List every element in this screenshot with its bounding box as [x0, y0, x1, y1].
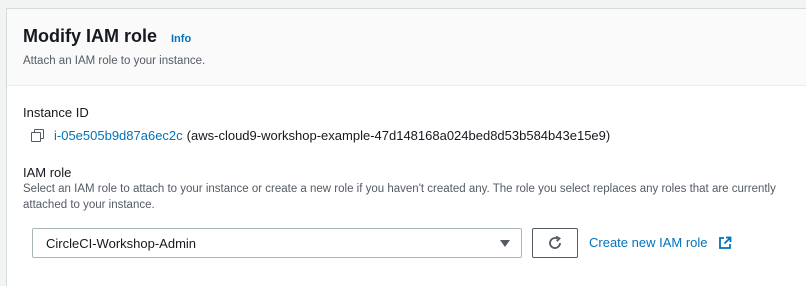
create-new-iam-role-label: Create new IAM role [589, 235, 708, 250]
refresh-icon [549, 235, 561, 249]
panel-header: Modify IAM role Info Attach an IAM role … [7, 9, 806, 86]
instance-id-label: Instance ID [23, 105, 89, 120]
iam-role-selected-value: CircleCI-Workshop-Admin [46, 235, 197, 251]
instance-id-row: i-05e505b9d87a6ec2c (aws-cloud9-workshop… [31, 128, 610, 143]
external-link-icon [718, 236, 731, 249]
refresh-button[interactable] [532, 228, 578, 258]
iam-role-description: Select an IAM role to attach to your ins… [23, 183, 776, 211]
modify-iam-role-panel: Modify IAM role Info Attach an IAM role … [6, 8, 806, 286]
instance-name: (aws-cloud9-workshop-example-47d148168a0… [186, 128, 611, 143]
page-title: Modify IAM role [23, 26, 157, 46]
copy-icon[interactable] [31, 129, 44, 142]
instance-id-link[interactable]: i-05e505b9d87a6ec2c [54, 128, 183, 143]
caret-down-icon [500, 240, 510, 247]
create-new-iam-role-link[interactable]: Create new IAM role [589, 235, 732, 250]
title-row: Modify IAM role Info [23, 26, 191, 47]
iam-role-label: IAM role [23, 165, 72, 180]
iam-role-select[interactable]: CircleCI-Workshop-Admin [32, 228, 522, 258]
page-subtitle: Attach an IAM role to your instance. [23, 55, 206, 67]
info-link[interactable]: Info [171, 33, 191, 45]
